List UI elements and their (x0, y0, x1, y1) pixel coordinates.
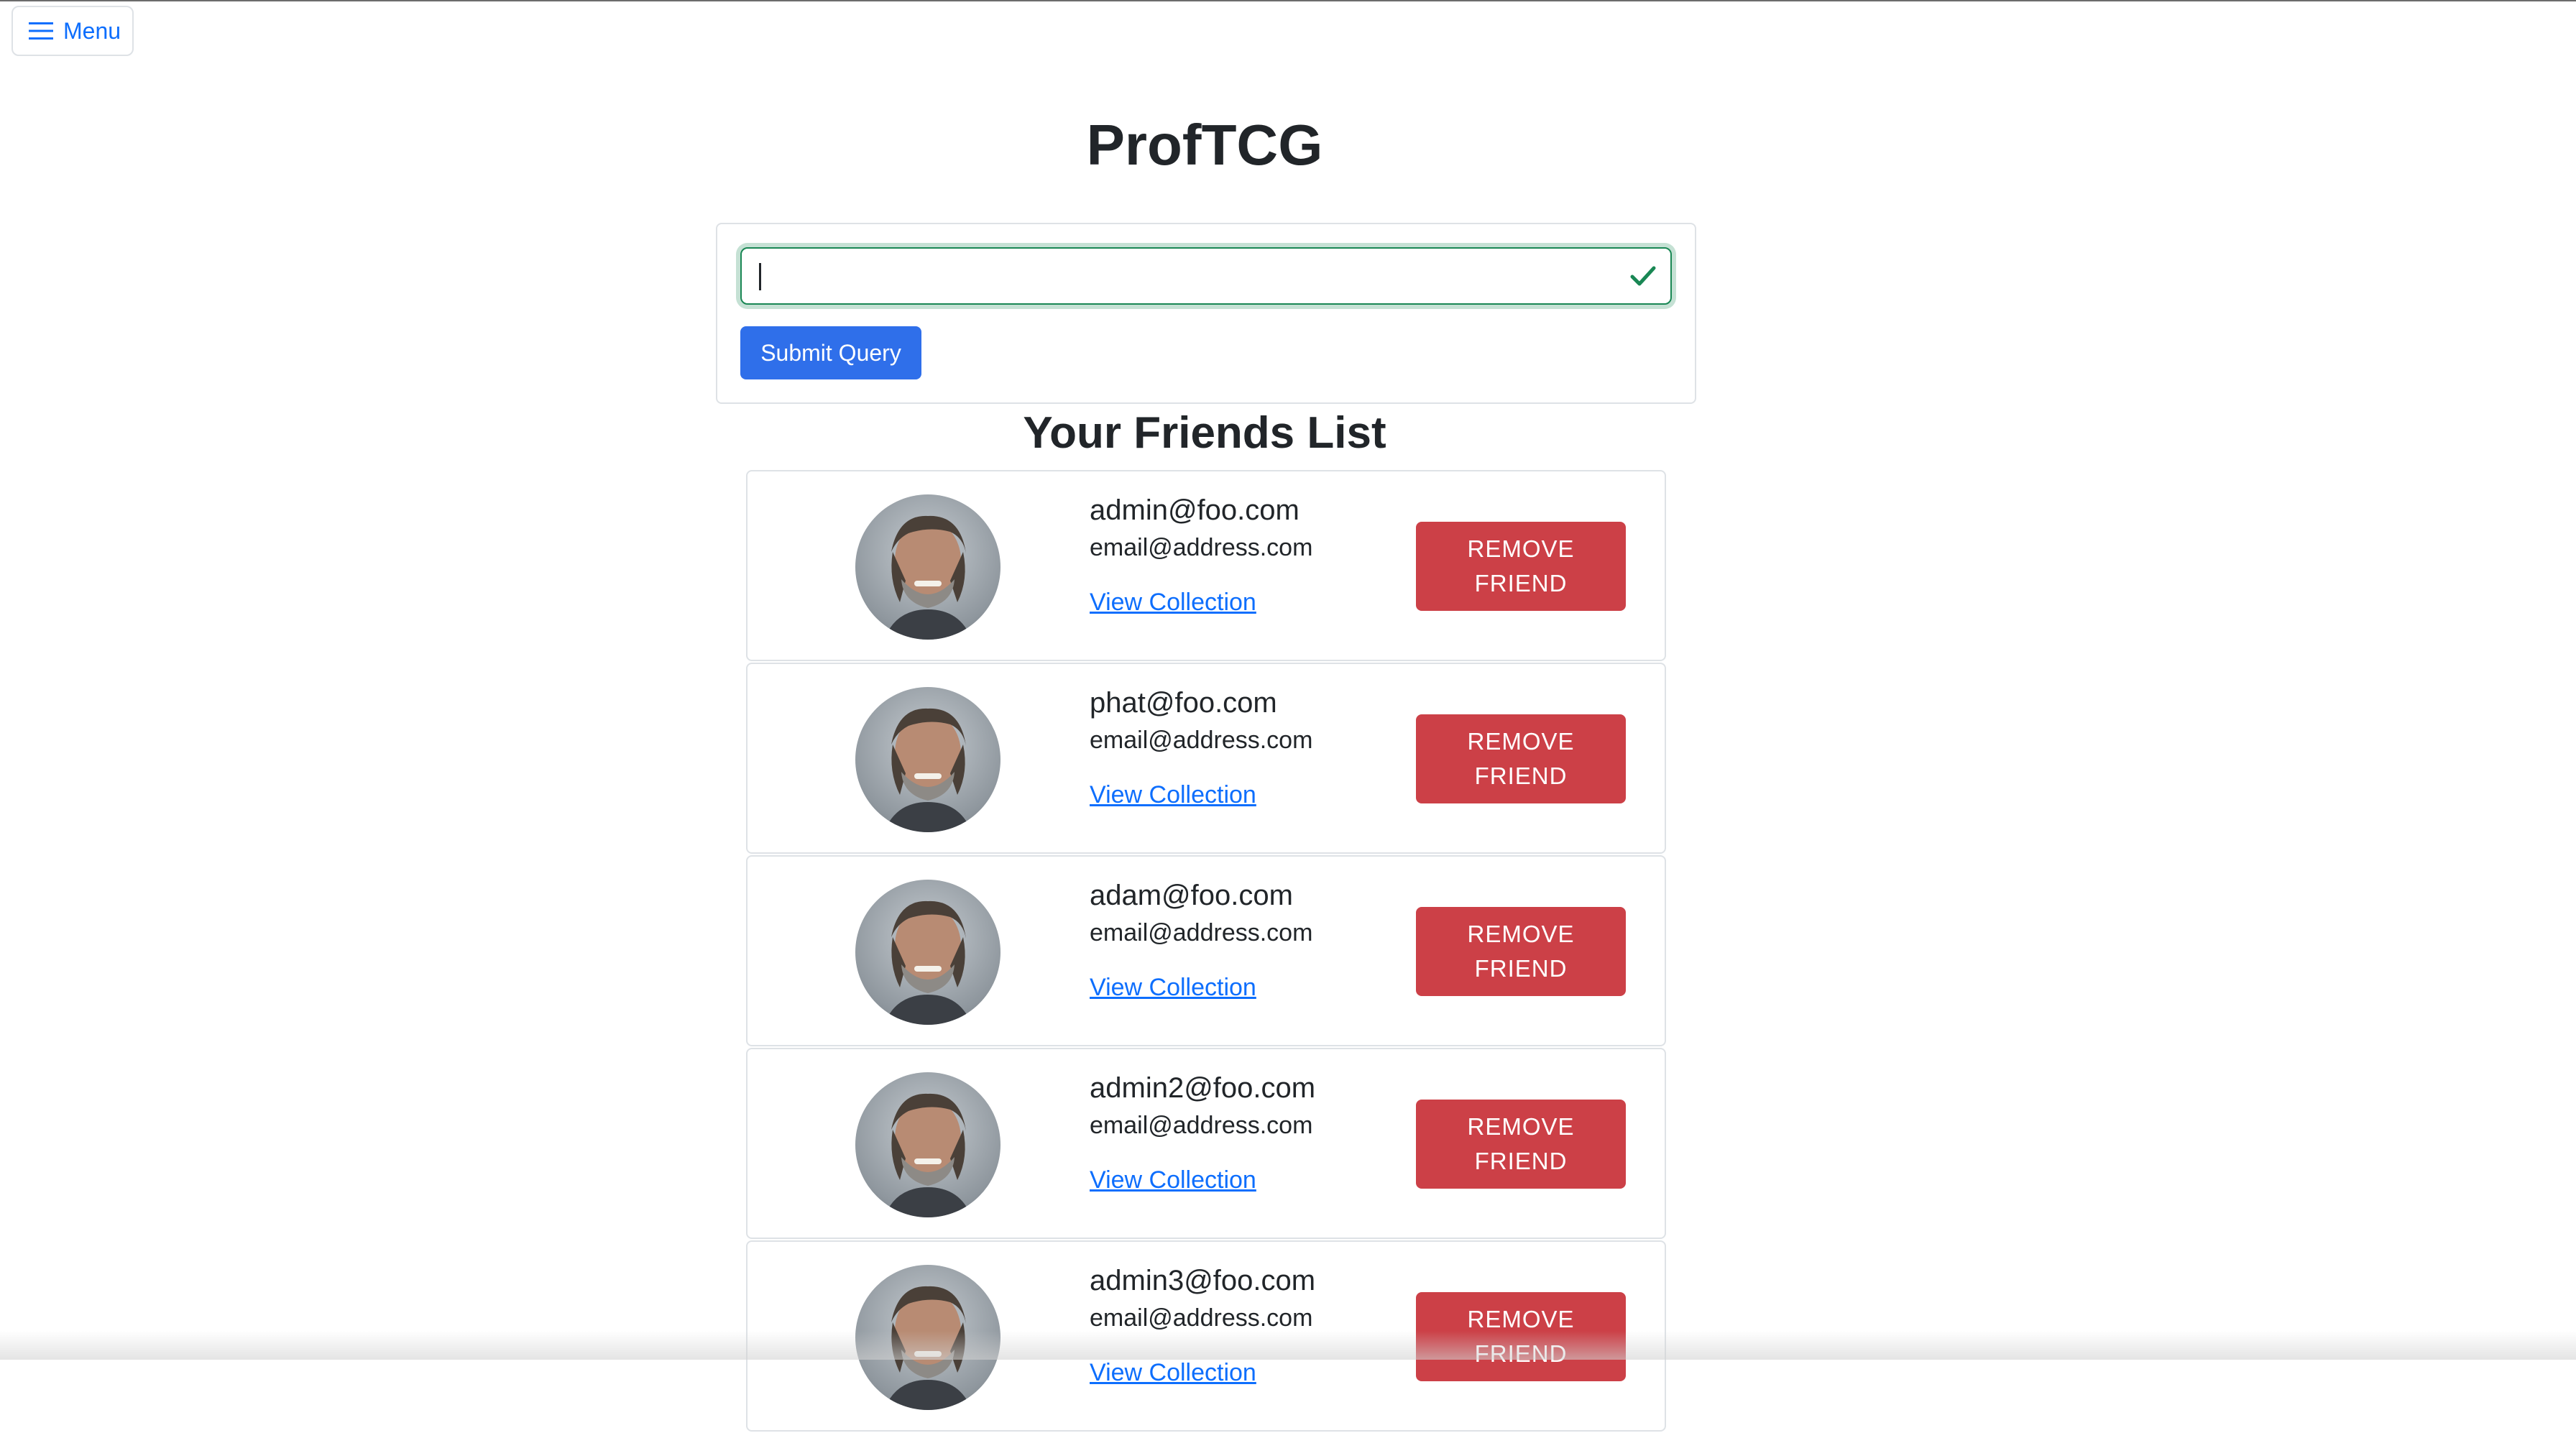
friend-name: adam@foo.com (1090, 880, 1293, 911)
friend-email: email@address.com (1090, 727, 1313, 754)
remove-friend-button[interactable]: REMOVE FRIEND (1416, 714, 1626, 803)
friend-card: admin@foo.com email@address.com View Col… (746, 470, 1666, 661)
view-collection-link[interactable]: View Collection (1090, 588, 1256, 617)
friends-list-heading: Your Friends List (1023, 408, 1386, 458)
remove-friend-label: REMOVE FRIEND (1467, 1306, 1575, 1367)
avatar (855, 1265, 1000, 1410)
search-card: Submit Query (716, 223, 1696, 404)
friend-email: email@address.com (1090, 919, 1313, 946)
submit-query-button[interactable]: Submit Query (740, 326, 921, 379)
remove-friend-button[interactable]: REMOVE FRIEND (1416, 522, 1626, 611)
friend-name: admin3@foo.com (1090, 1265, 1316, 1296)
remove-friend-label: REMOVE FRIEND (1467, 1113, 1575, 1174)
avatar (855, 494, 1000, 640)
view-collection-link[interactable]: View Collection (1090, 1166, 1256, 1194)
remove-friend-button[interactable]: REMOVE FRIEND (1416, 1100, 1626, 1189)
friends-list: admin@foo.com email@address.com View Col… (746, 470, 1666, 1433)
avatar (855, 880, 1000, 1025)
view-collection-link[interactable]: View Collection (1090, 973, 1256, 1002)
menu-button[interactable]: Menu (12, 6, 134, 56)
view-collection-link[interactable]: View Collection (1090, 1358, 1256, 1387)
friend-card: adam@foo.com email@address.com View Coll… (746, 855, 1666, 1046)
friend-name: admin2@foo.com (1090, 1072, 1316, 1104)
view-collection-link[interactable]: View Collection (1090, 780, 1256, 809)
friend-card: phat@foo.com email@address.com View Coll… (746, 663, 1666, 854)
friend-name: phat@foo.com (1090, 687, 1277, 719)
avatar (855, 1072, 1000, 1217)
remove-friend-label: REMOVE FRIEND (1467, 921, 1575, 982)
page-title: ProfTCG (1086, 113, 1323, 177)
menu-label: Menu (63, 17, 121, 44)
friend-card: admin3@foo.com email@address.com View Co… (746, 1240, 1666, 1432)
remove-friend-button[interactable]: REMOVE FRIEND (1416, 907, 1626, 996)
hamburger-icon (29, 21, 53, 41)
friend-name: admin@foo.com (1090, 494, 1300, 526)
remove-friend-label: REMOVE FRIEND (1467, 535, 1575, 596)
check-icon (1630, 266, 1656, 286)
text-caret (759, 263, 761, 290)
search-input[interactable] (742, 249, 1604, 303)
remove-friend-label: REMOVE FRIEND (1467, 728, 1575, 789)
search-field[interactable] (740, 247, 1672, 305)
remove-friend-button[interactable]: REMOVE FRIEND (1416, 1292, 1626, 1381)
friend-card: admin2@foo.com email@address.com View Co… (746, 1048, 1666, 1239)
friend-email: email@address.com (1090, 534, 1313, 561)
friend-email: email@address.com (1090, 1112, 1313, 1139)
avatar (855, 687, 1000, 832)
friend-email: email@address.com (1090, 1304, 1313, 1332)
